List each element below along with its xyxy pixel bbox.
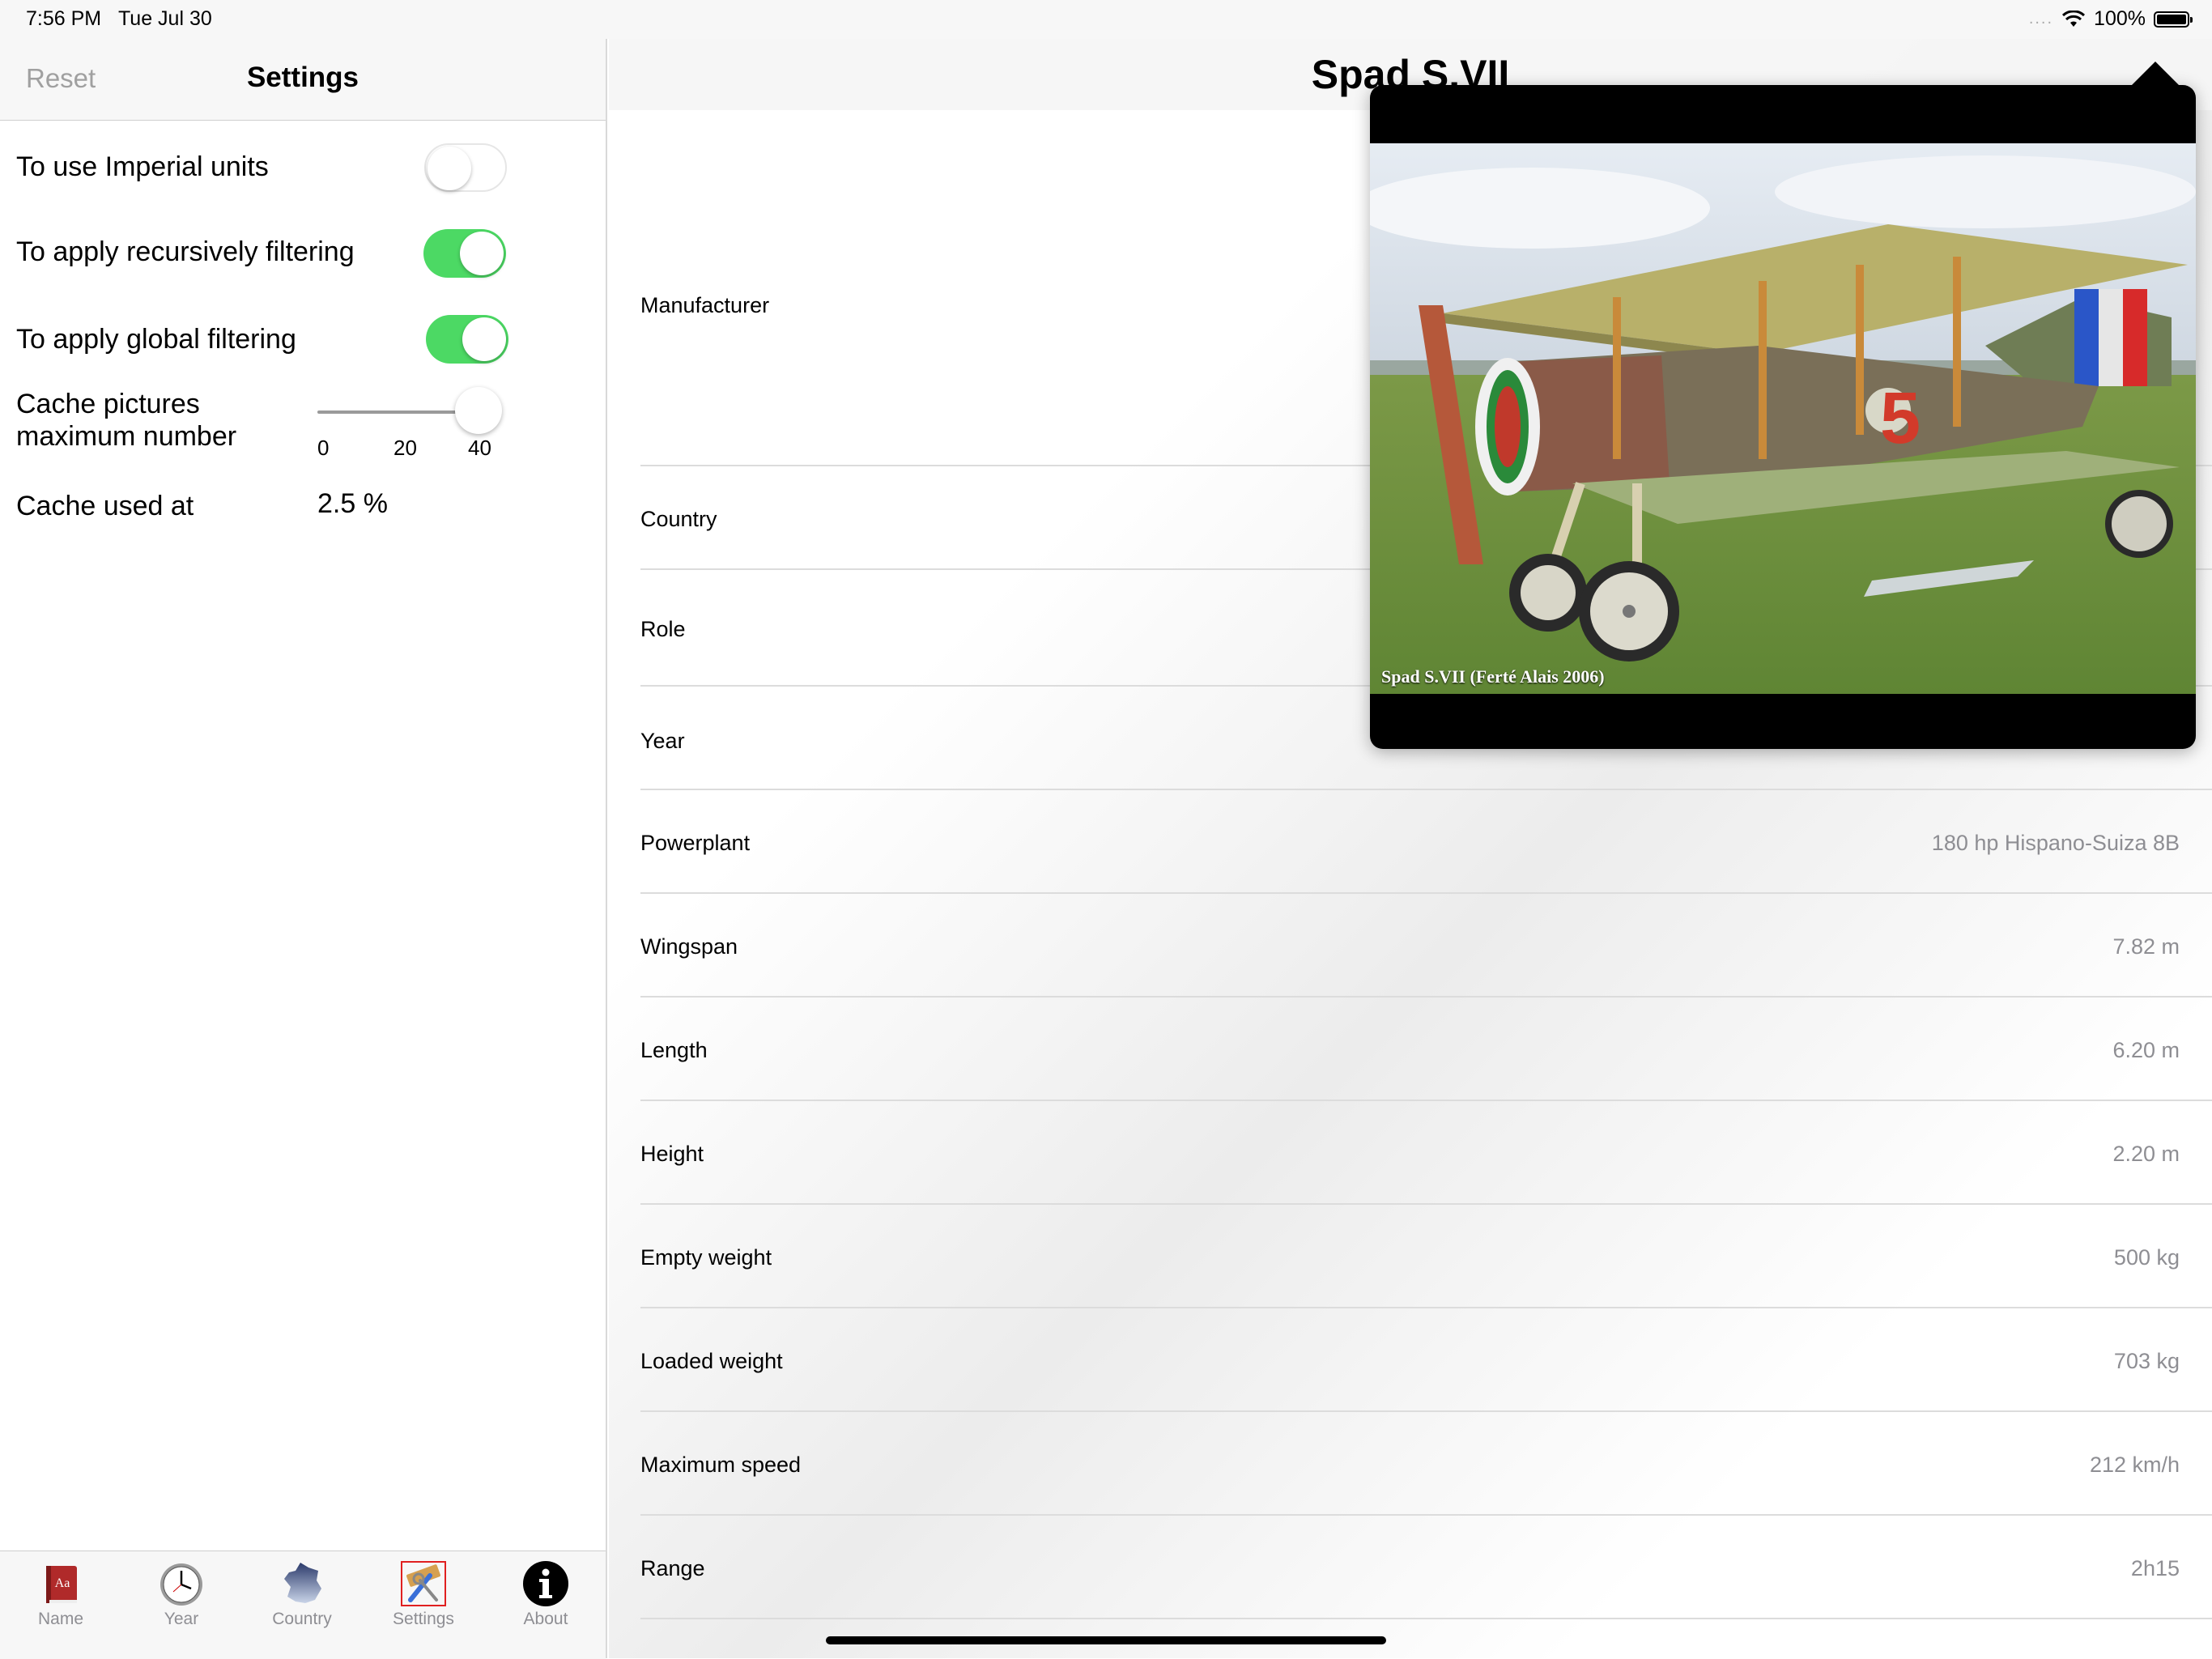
svg-text:Aa: Aa: [55, 1576, 70, 1590]
row-label: Range: [640, 1556, 705, 1580]
toggle-knob: [460, 232, 504, 275]
detail-row-empty-weight: Empty weight 500 kg: [640, 1205, 2212, 1308]
row-value: 703 kg: [2113, 1349, 2180, 1373]
detail-row-length: Length 6.20 m: [640, 998, 2212, 1101]
tab-settings[interactable]: Settings: [363, 1551, 484, 1659]
battery-icon: [2154, 11, 2193, 28]
status-clock: 7:56 PM: [26, 7, 102, 30]
aircraft-photo-popover[interactable]: 5 Spad S.VII (Ferté Alais 2006): [1370, 85, 2196, 749]
tab-label: Country: [272, 1610, 332, 1628]
aircraft-photo: 5 Spad S.VII (Ferté Alais 2006): [1370, 143, 2196, 694]
tab-name[interactable]: Aa Name: [0, 1551, 121, 1659]
row-label: Loaded weight: [640, 1349, 783, 1373]
toggle-knob: [462, 317, 506, 361]
cache-slider-thumb[interactable]: [455, 387, 502, 434]
row-value: 180 hp Hispano-Suiza 8B: [1931, 831, 2180, 855]
clock-icon: [160, 1563, 202, 1606]
detail-row-height: Height 2.20 m: [640, 1101, 2212, 1205]
global-filtering-toggle[interactable]: [426, 315, 508, 364]
tools-icon: [401, 1561, 446, 1606]
recursive-filtering-toggle[interactable]: [423, 229, 506, 278]
settings-nav-bar: Reset Settings: [0, 39, 606, 121]
settings-panel: Reset Settings To use Imperial units To …: [0, 0, 607, 1659]
row-label: Height: [640, 1142, 704, 1166]
imperial-units-toggle[interactable]: [424, 143, 507, 192]
imperial-units-label: To use Imperial units: [16, 151, 269, 182]
wifi-icon: [2062, 10, 2086, 27]
popover-arrow: [2131, 62, 2180, 86]
row-value: 2.20 m: [2112, 1142, 2180, 1166]
svg-text:5: 5: [1880, 378, 1921, 459]
row-label: Maximum speed: [640, 1453, 802, 1477]
info-icon: [523, 1561, 568, 1606]
home-indicator[interactable]: [826, 1636, 1386, 1644]
toggle-knob: [428, 147, 471, 190]
tab-bar: Aa Name Year Country Settings About: [0, 1551, 606, 1659]
slider-tick-label: 0: [317, 436, 330, 460]
row-value: 6.20 m: [2112, 1038, 2180, 1062]
biplane-photo-illustration: 5: [1370, 143, 2196, 694]
cache-used-label: Cache used at: [16, 491, 194, 521]
status-indicators: .... 100%: [2028, 7, 2193, 31]
france-map-icon: [284, 1563, 321, 1603]
row-label: Length: [640, 1038, 708, 1062]
tab-label: Year: [164, 1610, 199, 1628]
photo-caption: Spad S.VII (Ferté Alais 2006): [1381, 666, 1605, 687]
recursive-filtering-label: To apply recursively filtering: [16, 236, 355, 267]
row-label: Role: [640, 617, 686, 641]
dictionary-icon: Aa: [46, 1566, 77, 1603]
row-label: Country: [640, 507, 717, 531]
row-label: Year: [640, 729, 685, 753]
row-label: Wingspan: [640, 934, 738, 959]
row-label: Manufacturer: [640, 293, 770, 317]
tab-label: About: [523, 1610, 568, 1628]
tab-year[interactable]: Year: [121, 1551, 242, 1659]
row-value: 7.82 m: [2112, 934, 2180, 959]
global-filtering-label: To apply global filtering: [16, 324, 296, 355]
cache-pictures-label: Cache pictures maximum number: [16, 389, 237, 452]
row-label: Empty weight: [640, 1245, 772, 1270]
row-value: 212 km/h: [2089, 1453, 2180, 1477]
detail-row-powerplant: Powerplant 180 hp Hispano-Suiza 8B: [640, 790, 2212, 894]
slider-tick-label: 40: [468, 436, 491, 460]
slider-tick-label: 20: [393, 436, 417, 460]
row-value: 500 kg: [2113, 1245, 2180, 1270]
detail-row-wingspan: Wingspan 7.82 m: [640, 894, 2212, 998]
cache-used-value: 2.5 %: [317, 488, 388, 519]
detail-row-loaded-weight: Loaded weight 703 kg: [640, 1308, 2212, 1412]
row-value: 2h15: [2130, 1556, 2180, 1580]
tab-country[interactable]: Country: [241, 1551, 363, 1659]
tab-about[interactable]: About: [485, 1551, 606, 1659]
battery-percent: 100%: [2094, 7, 2146, 30]
status-time: 7:56 PM Tue Jul 30: [26, 7, 212, 31]
settings-title: Settings: [246, 62, 359, 93]
status-bar: 7:56 PM Tue Jul 30 .... 100%: [0, 0, 2212, 39]
cellular-signal-icon: ....: [2028, 10, 2054, 28]
tab-label: Name: [37, 1610, 84, 1628]
tab-label: Settings: [393, 1610, 454, 1628]
status-date: Tue Jul 30: [117, 7, 212, 30]
row-label: Powerplant: [640, 831, 751, 855]
detail-row-range: Range 2h15: [640, 1516, 2212, 1619]
detail-row-maximum-speed: Maximum speed 212 km/h: [640, 1412, 2212, 1516]
